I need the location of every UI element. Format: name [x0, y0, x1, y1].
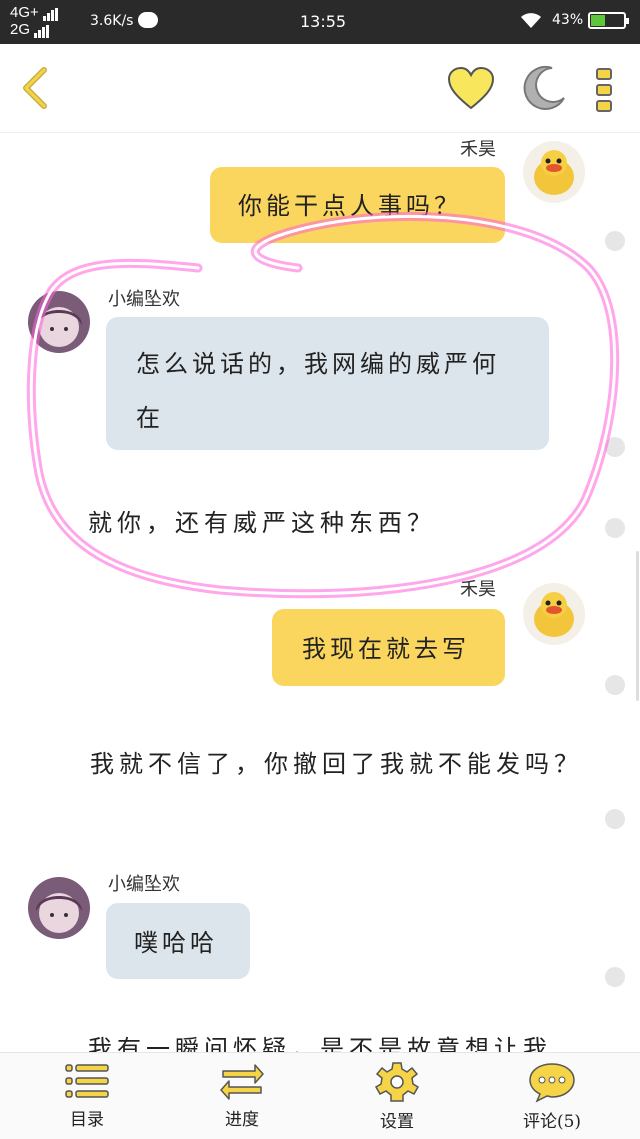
- avatar[interactable]: [28, 877, 90, 939]
- paragraph-comment-dot[interactable]: [605, 437, 625, 457]
- tab-comments[interactable]: 评论(5): [492, 1061, 612, 1135]
- network-type-secondary: 2G: [10, 21, 31, 38]
- tab-catalog[interactable]: 目录: [27, 1061, 147, 1135]
- chat-bubble-other[interactable]: 怎么说话的，我网编的威严何在: [106, 317, 549, 450]
- gear-icon: [374, 1062, 420, 1102]
- speaker-name: 禾昊: [460, 579, 496, 600]
- chat-bubble-me[interactable]: 你能干点人事吗？: [210, 167, 505, 243]
- list-icon: [65, 1064, 109, 1098]
- comment-icon: [529, 1063, 575, 1103]
- more-vertical-icon[interactable]: [594, 66, 614, 114]
- avatar[interactable]: [28, 291, 90, 353]
- tab-label: 目录: [70, 1110, 104, 1130]
- status-bar: 4G+ 2G 3.6K/s 13:55 43%: [0, 0, 640, 44]
- narration-text: 我就不信了，你撤回了我就不能发吗？: [90, 750, 583, 778]
- scrollbar[interactable]: [636, 551, 639, 701]
- chevron-left-icon[interactable]: [16, 64, 56, 112]
- wifi-icon: [518, 10, 544, 35]
- speaker-name: 小编坠欢: [108, 874, 180, 895]
- message-text: 我现在就去写: [302, 635, 470, 663]
- chat-feed[interactable]: 禾昊 你能干点人事吗？ 小编坠欢 怎么说话的，我网编的威严何在 就你，还有威严这…: [0, 133, 640, 1053]
- message-text: 你能干点人事吗？: [238, 192, 462, 220]
- tab-label: 评论(5): [522, 1112, 582, 1132]
- paragraph-comment-dot[interactable]: [605, 967, 625, 987]
- clock: 13:55: [300, 12, 347, 31]
- paragraph-comment-dot[interactable]: [605, 518, 625, 538]
- avatar[interactable]: [523, 583, 585, 645]
- paragraph-comment-dot[interactable]: [605, 231, 625, 251]
- arrows-icon: [220, 1064, 264, 1100]
- message-text: 噗哈哈: [134, 929, 218, 957]
- narration-text: 我有一瞬间怀疑，是不是故意想让我: [88, 1035, 552, 1053]
- tab-settings[interactable]: 设置: [337, 1061, 457, 1135]
- network-speed: 3.6K/s: [90, 13, 134, 29]
- tab-label: 进度: [225, 1110, 259, 1130]
- reader-bottom-bar: 目录 进度 设置 评论(5): [0, 1052, 640, 1139]
- message-text: 怎么说话的，我网编的威严何在: [136, 350, 500, 432]
- heart-icon[interactable]: [446, 66, 496, 112]
- moon-icon[interactable]: [518, 64, 568, 114]
- message-notification-icon: [138, 12, 158, 28]
- signal-indicator: 4G+ 2G: [10, 4, 59, 38]
- signal-bars-icon: [42, 4, 59, 21]
- tab-label: 设置: [380, 1112, 414, 1132]
- narration-text: 就你，还有威严这种东西？: [88, 509, 436, 537]
- network-type-primary: 4G+: [10, 4, 39, 21]
- battery-percent: 43%: [552, 12, 584, 28]
- speaker-name: 禾昊: [460, 139, 496, 160]
- chat-bubble-other[interactable]: 噗哈哈: [106, 903, 250, 979]
- avatar[interactable]: [523, 141, 585, 203]
- reader-top-bar: [0, 44, 640, 133]
- paragraph-comment-dot[interactable]: [605, 675, 625, 695]
- chat-bubble-me[interactable]: 我现在就去写: [272, 609, 505, 686]
- speaker-name: 小编坠欢: [108, 289, 180, 310]
- paragraph-comment-dot[interactable]: [605, 809, 625, 829]
- battery-icon: [588, 12, 629, 29]
- signal-bars-icon: [34, 21, 50, 38]
- tab-progress[interactable]: 进度: [182, 1061, 302, 1135]
